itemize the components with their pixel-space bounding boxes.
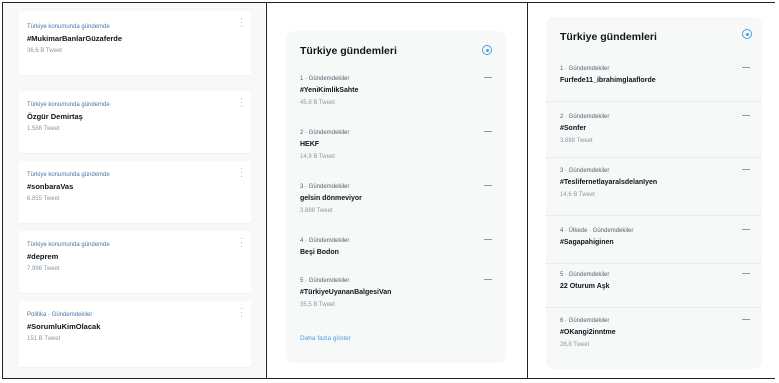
trend-item[interactable]: 1 · Gündemdekiler Furfede11_ibrahimglaaf… [560,65,750,86]
more-options-icon[interactable] [484,131,492,132]
trend-context: 5 · Gündemdekiler [300,278,350,284]
trend-context: 2 · Gündemdekiler [560,114,610,120]
trend-topic: #Sagapahiginen [560,239,614,246]
trend-context: 3 · Gündemdekiler [560,168,610,174]
trend-count: 36,6 B Tweet [27,48,62,54]
trend-count: 28,8 Tweet [560,342,590,348]
more-options-icon[interactable] [484,77,492,78]
more-options-icon[interactable] [742,273,750,274]
trend-item[interactable]: 5 · Gündemdekiler #TürkiyeUyananBalgesiV… [300,277,492,309]
trend-count: 6.855 Tweet [27,196,60,202]
trend-count: 45,8 B Tweet [300,100,335,106]
trend-topic: Furfede11_ibrahimglaaflorde [560,77,656,84]
trend-count: 151 B Tweet [27,336,61,342]
trend-context: 3 · Gündemdekiler [300,184,350,190]
trend-topic: #TürkiyeUyananBalgesiVan [300,289,392,296]
trend-context: 2 · Gündemdekiler [300,130,350,136]
more-options-icon[interactable] [742,319,750,320]
trend-topic: 22 Oturum Aşk [560,283,610,290]
trend-topic: #TeslifernetlayaralsdelanIyen [560,179,658,186]
trends-panel-left: Türkiye konumunda gündemde #MukimarBanla… [3,3,265,378]
widget-title: Türkiye gündemleri [300,45,397,57]
more-options-icon[interactable] [484,239,492,240]
trend-count: 35,5 B Tweet [300,302,335,308]
trend-context: 1 · Gündemdekiler [560,66,610,72]
more-options-icon[interactable]: · · · [240,305,243,321]
trends-widget: Türkiye gündemleri 1 · Gündemdekiler Fur… [546,17,762,369]
trend-count: 7.986 Tweet [27,266,60,272]
trend-topic: #MukimarBanlarGüzaferde [27,34,123,43]
more-options-icon[interactable] [742,169,750,170]
trend-count: 14,8 B Tweet [300,154,335,160]
divider [546,307,762,308]
panel-divider [266,2,267,379]
trend-topic: Beşi Bodon [300,249,339,256]
trend-item[interactable]: 6 · Gündemdekiler #OKangi2inntme 28,8 Tw… [560,317,750,349]
more-options-icon[interactable]: · · · [240,165,243,181]
more-options-icon[interactable] [742,67,750,68]
trend-item[interactable]: 3 · Gündemdekiler #Teslifernetlayaralsde… [560,167,750,199]
trends-widget: Türkiye gündemleri 1 · Gündemdekiler #Ye… [286,31,506,363]
trend-item[interactable]: 3 · Gündemdekiler gelsin dönmeviyor 3.88… [300,183,492,215]
trend-count: 3.888 Tweet [560,138,593,144]
trend-count: 3.888 Tweet [300,208,333,214]
trend-context: 4 · Ülkede · Gündemdekiler [560,228,634,234]
trend-context: Türkiye konumunda gündemde [27,242,110,248]
trend-context: Türkiye konumunda gündemde [27,102,110,108]
trend-topic: #YeniKimlikSahte [300,87,359,94]
trend-context: 5 · Gündemdekiler [560,272,610,278]
trend-item[interactable]: 2 · Gündemdekiler #Sonfer 3.888 Tweet [560,113,750,145]
more-options-icon[interactable] [742,115,750,116]
trend-topic: HEKF [300,141,320,148]
divider [546,157,762,158]
trend-topic: #sonbaraVas [27,182,74,191]
divider [546,263,762,264]
trend-count: 14,6 B Tweet [560,192,595,198]
trend-count: 1.588 Tweet [27,126,60,132]
trend-item[interactable]: 2 · Gündemdekiler HEKF 14,8 B Tweet [300,129,492,161]
trend-card[interactable]: Türkiye konumunda gündemde #MukimarBanla… [19,11,251,76]
trend-context: 1 · Gündemdekiler [300,76,350,82]
more-options-icon[interactable] [484,185,492,186]
trends-panel-right: Türkiye gündemleri 1 · Gündemdekiler Fur… [528,3,775,378]
divider [546,215,762,216]
trend-topic: Özgür Demirtaş [27,112,83,121]
trend-item[interactable]: 4 · Ülkede · Gündemdekiler #Sagapahigine… [560,227,750,248]
trend-context: Politika · Gündemdekiler [27,312,93,318]
trend-topic: #OKangi2inntme [560,329,616,336]
trend-context: 6 · Gündemdekiler [560,318,610,324]
trend-context: 4 · Gündemdekiler [300,238,350,244]
settings-gear-icon[interactable] [742,29,752,39]
trend-card[interactable]: Türkiye konumunda gündemde Özgür Demirta… [19,91,251,154]
settings-gear-icon[interactable] [482,45,492,55]
trend-topic: #Sonfer [560,125,587,132]
trend-item[interactable]: 5 · Gündemdekiler 22 Oturum Aşk [560,271,750,292]
trends-panel-middle: Türkiye gündemleri 1 · Gündemdekiler #Ye… [268,3,526,378]
more-options-icon[interactable] [484,279,492,280]
trend-context: Türkiye konumunda gündemde [27,24,110,30]
trend-topic: gelsin dönmeviyor [300,195,362,202]
trend-card[interactable]: Türkiye konumunda gündemde #sonbaraVas 6… [19,161,251,224]
widget-title: Türkiye gündemleri [560,31,657,43]
trend-card[interactable]: Politika · Gündemdekiler #SorumluKimOlac… [19,301,251,368]
more-options-icon[interactable]: · · · [240,95,243,111]
trend-topic: #deprem [27,252,59,261]
trend-context: Türkiye konumunda gündemde [27,172,110,178]
trend-item[interactable]: 1 · Gündemdekiler #YeniKimlikSahte 45,8 … [300,75,492,107]
divider [546,101,762,102]
trend-card[interactable]: Türkiye konumunda gündemde #deprem 7.986… [19,231,251,294]
show-more-link[interactable]: Daha fazla göster [300,335,351,342]
more-options-icon[interactable] [742,229,750,230]
more-options-icon[interactable]: · · · [240,235,243,251]
trend-topic: #SorumluKimOlacak [27,322,101,331]
more-options-icon[interactable]: · · · [240,15,243,31]
trend-item[interactable]: 4 · Gündemdekiler Beşi Bodon [300,237,492,258]
